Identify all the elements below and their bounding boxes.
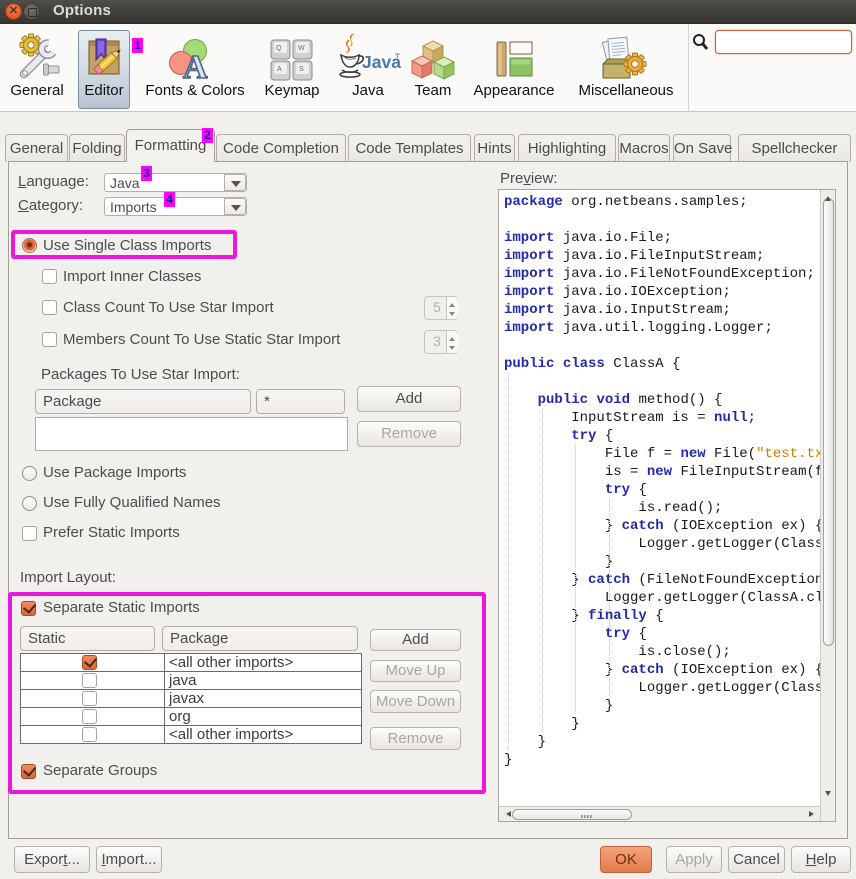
svg-text:A: A (183, 49, 208, 85)
svg-text:A: A (277, 66, 282, 73)
svg-text:W: W (298, 45, 305, 52)
svg-text:Q: Q (276, 45, 282, 52)
svg-text:Java: Java (362, 52, 401, 72)
svg-text:S: S (299, 66, 304, 73)
